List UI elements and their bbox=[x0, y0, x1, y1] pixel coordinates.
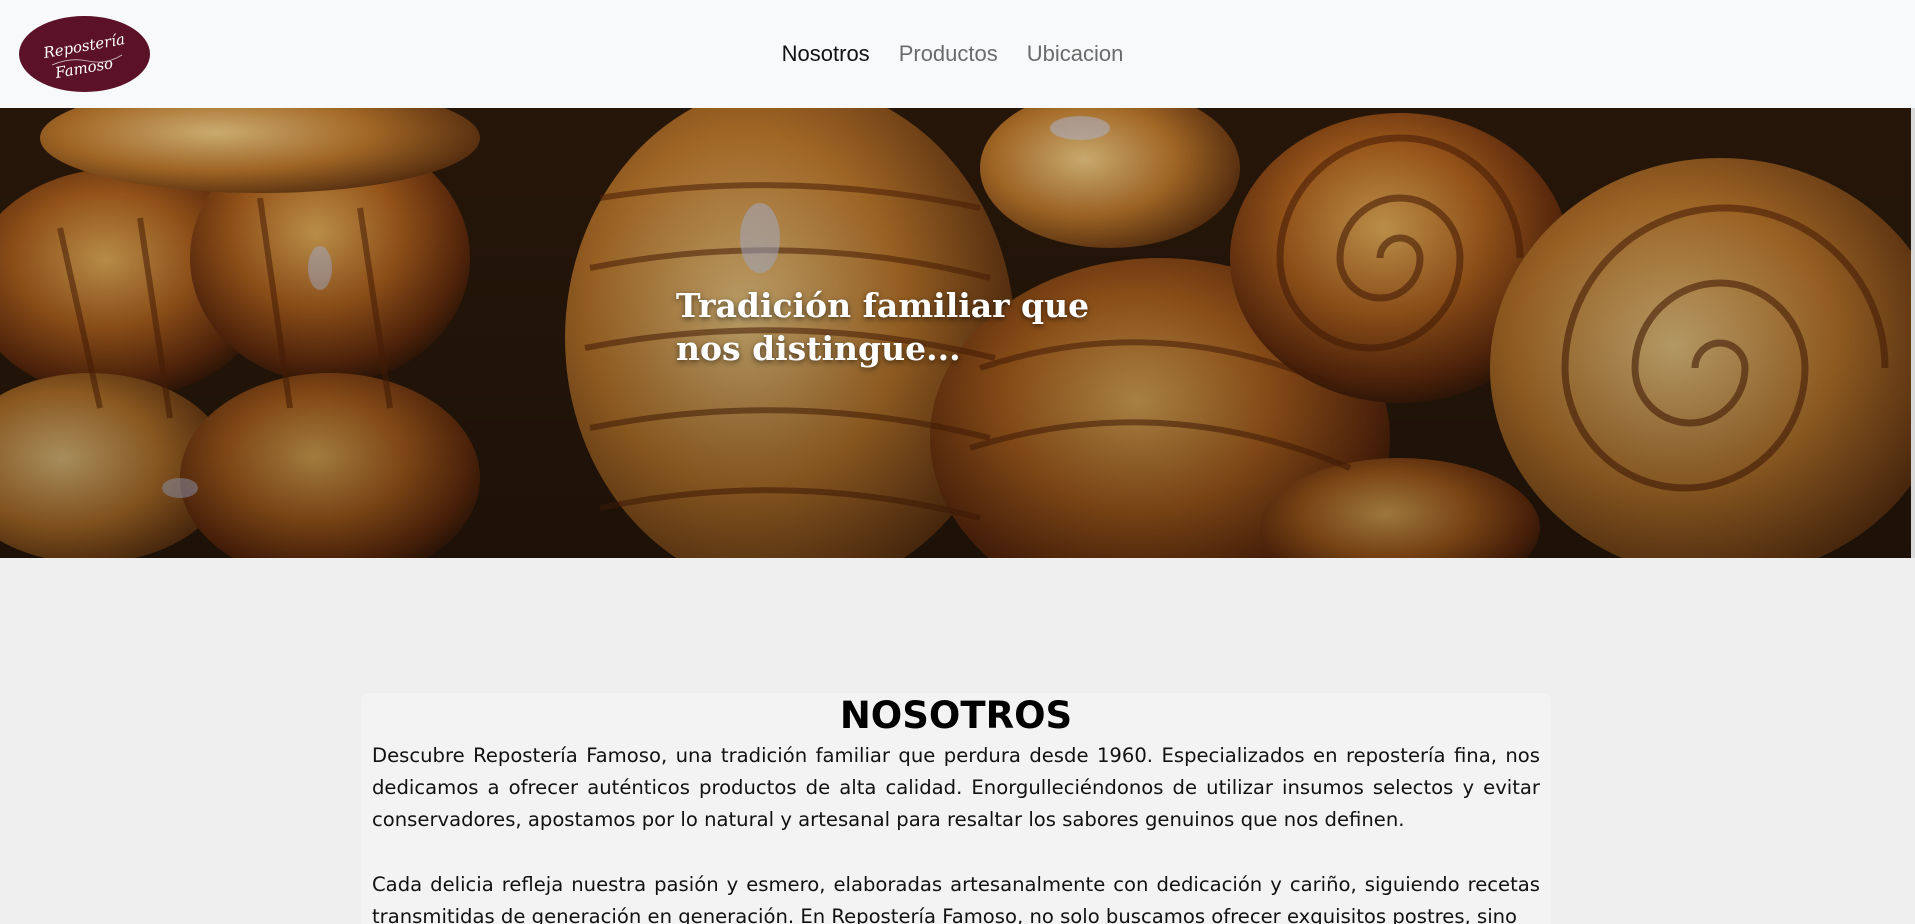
main-nav: Nosotros Productos Ubicacion bbox=[0, 0, 1915, 108]
about-paragraph-2: Cada delicia refleja nuestra pasión y es… bbox=[372, 873, 1540, 924]
nav-link-nosotros[interactable]: Nosotros bbox=[782, 41, 870, 67]
about-heading: NOSOTROS bbox=[839, 694, 1073, 737]
nav-link-ubicacion[interactable]: Ubicacion bbox=[1027, 41, 1124, 67]
hero-title: Tradición familiar que nos distingue... bbox=[676, 284, 1096, 370]
about-paragraph-1: Descubre Repostería Famoso, una tradició… bbox=[372, 744, 1540, 831]
hero-edge bbox=[1911, 108, 1915, 558]
hero-title-line2: nos distingue... bbox=[676, 329, 961, 368]
about-card: NOSOTROS Descubre Repostería Famoso, una… bbox=[361, 693, 1551, 924]
hero-title-line1: Tradición familiar que bbox=[676, 286, 1090, 325]
nav-link-productos[interactable]: Productos bbox=[899, 41, 998, 67]
hero-banner: Tradición familiar que nos distingue... bbox=[0, 108, 1911, 558]
top-navbar: Repostería Famoso Nosotros Productos Ubi… bbox=[0, 0, 1915, 108]
